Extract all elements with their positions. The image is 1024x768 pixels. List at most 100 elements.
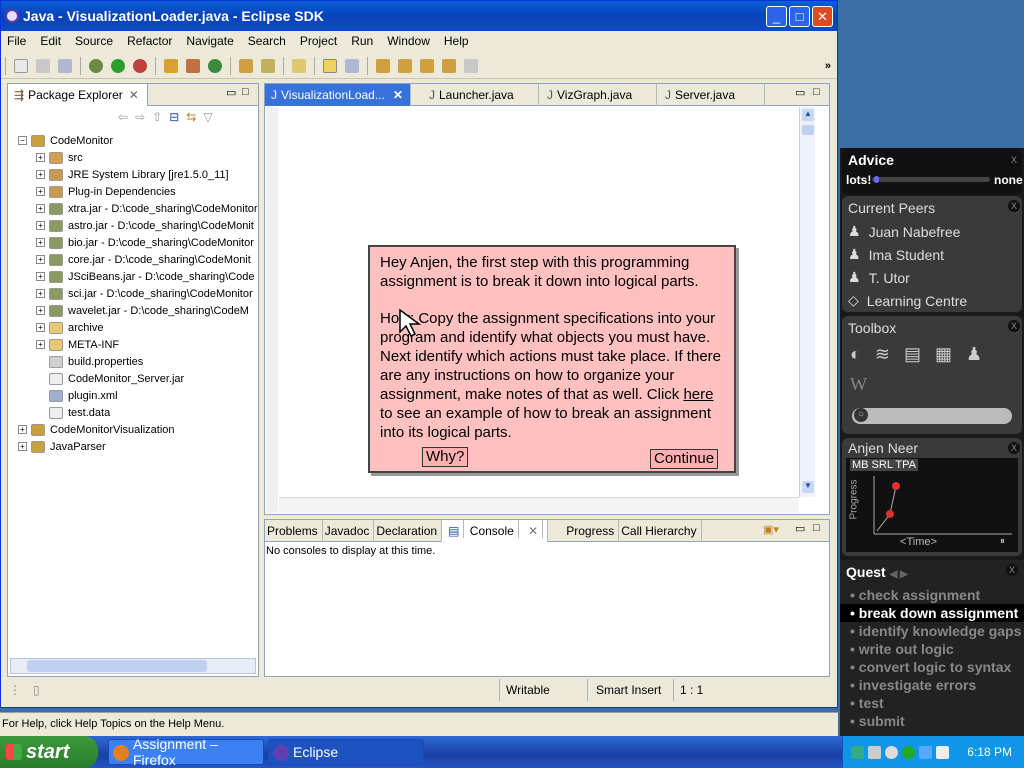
- view-menu-icon[interactable]: ▽: [203, 110, 212, 128]
- tree-item[interactable]: + JSciBeans.jar - D:\code_sharing\Code: [36, 268, 254, 285]
- close-panel-icon[interactable]: X: [1008, 154, 1020, 166]
- menu-navigate[interactable]: Navigate: [180, 34, 241, 48]
- expand-icon[interactable]: +: [36, 221, 45, 230]
- book-icon[interactable]: ≋: [875, 344, 890, 365]
- quest-step[interactable]: • submit: [840, 712, 1024, 730]
- tab-progress[interactable]: Progress: [564, 520, 620, 542]
- scroll-up-icon[interactable]: ▲: [802, 109, 814, 121]
- open-type-icon[interactable]: [239, 58, 253, 73]
- maximize-view-icon[interactable]: □: [813, 522, 820, 534]
- quest-step[interactable]: • break down assignment: [840, 604, 1024, 622]
- next-time-icon[interactable]: >: [930, 536, 936, 548]
- close-button[interactable]: ✕: [812, 6, 833, 27]
- bibliography-icon[interactable]: ▤: [904, 344, 921, 365]
- vertical-scrollbar[interactable]: ▲ ▼: [799, 107, 815, 497]
- peer-item[interactable]: ◇ Learning Centre: [842, 289, 1022, 312]
- close-tab-icon[interactable]: ✕: [526, 520, 544, 538]
- expand-icon[interactable]: +: [36, 272, 45, 281]
- menu-file[interactable]: File: [1, 34, 34, 48]
- save-icon[interactable]: [36, 58, 50, 73]
- tree-item[interactable]: − CodeMonitor: [18, 132, 113, 149]
- tree-item[interactable]: + src: [36, 149, 83, 166]
- people-icon[interactable]: ♟: [966, 344, 982, 365]
- title-bar[interactable]: Java - VisualizationLoader.java - Eclips…: [1, 1, 837, 31]
- forward-arrow-icon[interactable]: [464, 58, 478, 73]
- maximize-button[interactable]: □: [789, 6, 810, 27]
- search-icon[interactable]: [261, 58, 275, 73]
- new-icon[interactable]: [14, 58, 28, 73]
- editor-horizontal-scrollbar[interactable]: [279, 497, 799, 513]
- pause-icon[interactable]: ⏸: [1000, 536, 1005, 547]
- last-edit-icon[interactable]: [420, 58, 434, 73]
- scrollbar-thumb[interactable]: [27, 660, 207, 672]
- progress-time-nav[interactable]: <Time>: [900, 536, 937, 548]
- show-whitespace-icon[interactable]: [345, 58, 359, 73]
- close-panel-icon[interactable]: X: [1008, 320, 1020, 332]
- expand-icon[interactable]: +: [36, 170, 45, 179]
- expand-icon[interactable]: +: [18, 425, 27, 434]
- tree-item[interactable]: + META-INF: [36, 336, 119, 353]
- open-console-icon[interactable]: ▣▾: [763, 523, 779, 536]
- debug-icon[interactable]: [89, 58, 103, 73]
- previous-annotation-icon[interactable]: [398, 58, 412, 73]
- close-panel-icon[interactable]: X: [1006, 564, 1018, 576]
- tray-app-icon[interactable]: [919, 745, 932, 759]
- menu-search[interactable]: Search: [242, 34, 294, 48]
- back-arrow-icon[interactable]: [442, 58, 456, 73]
- next-annotation-icon[interactable]: [376, 58, 390, 73]
- quest-step[interactable]: • investigate errors: [840, 676, 1024, 694]
- expand-icon[interactable]: +: [36, 204, 45, 213]
- expand-icon[interactable]: +: [36, 255, 45, 264]
- tree-item[interactable]: CodeMonitor_Server.jar: [36, 370, 184, 387]
- tree-item[interactable]: + core.jar - D:\code_sharing\CodeMonit: [36, 251, 251, 268]
- quest-step[interactable]: • check assignment: [840, 586, 1024, 604]
- why-button[interactable]: Why?: [422, 447, 469, 467]
- quest-nav-arrows-icon[interactable]: ◀ ▶: [890, 569, 908, 580]
- tree-item[interactable]: test.data: [36, 404, 110, 421]
- close-tab-icon[interactable]: ✕: [129, 88, 139, 102]
- peer-item[interactable]: ♟ Juan Nabefree: [842, 220, 1022, 243]
- close-panel-icon[interactable]: X: [1008, 442, 1020, 454]
- menu-run[interactable]: Run: [345, 34, 381, 48]
- quest-step[interactable]: • convert logic to syntax: [840, 658, 1024, 676]
- new-class-icon[interactable]: [208, 58, 222, 73]
- forward-icon[interactable]: ⇨: [135, 110, 145, 128]
- tree-item[interactable]: + xtra.jar - D:\code_sharing\CodeMonitor: [36, 200, 258, 217]
- fast-view-icon[interactable]: ▯: [33, 683, 40, 697]
- toolbar-overflow-icon[interactable]: »: [825, 60, 837, 72]
- minimize-editor-icon[interactable]: ▭: [795, 86, 805, 99]
- tree-item[interactable]: plugin.xml: [36, 387, 118, 404]
- network-icon[interactable]: [868, 745, 881, 759]
- expand-icon[interactable]: +: [18, 442, 27, 451]
- tree-item[interactable]: + archive: [36, 319, 103, 336]
- example-link[interactable]: here: [683, 386, 713, 403]
- editor-tab-launcher[interactable]: J Launcher.java: [423, 84, 539, 106]
- tab-declaration[interactable]: Declaration: [374, 520, 443, 542]
- collapse-all-icon[interactable]: ⊟: [169, 110, 179, 128]
- editor-tab-vizgraph[interactable]: J VizGraph.java: [541, 84, 657, 106]
- tab-call-hierarchy[interactable]: Call Hierarchy: [619, 520, 702, 542]
- horizontal-scrollbar[interactable]: [10, 658, 256, 674]
- expand-icon[interactable]: +: [36, 289, 45, 298]
- new-package-icon[interactable]: [186, 58, 200, 73]
- progress-tabs[interactable]: MB SRL TPA: [850, 459, 918, 471]
- wikipedia-icon[interactable]: W: [850, 374, 867, 395]
- quest-step[interactable]: • identify knowledge gaps: [840, 622, 1024, 640]
- start-button[interactable]: start: [0, 736, 98, 768]
- taskbar-eclipse[interactable]: Eclipse: [268, 739, 424, 765]
- tray-app-icon[interactable]: [851, 745, 864, 759]
- tree-item[interactable]: + sci.jar - D:\code_sharing\CodeMonitor: [36, 285, 253, 302]
- continue-button[interactable]: Continue: [650, 449, 719, 469]
- display-icon[interactable]: [936, 745, 949, 759]
- print-icon[interactable]: [58, 58, 72, 73]
- taskbar-firefox[interactable]: Assignment – Firefox: [108, 736, 264, 768]
- expand-icon[interactable]: +: [36, 323, 45, 332]
- tab-problems[interactable]: Problems: [265, 520, 323, 542]
- mark-occurrences-icon[interactable]: [323, 58, 337, 73]
- link-with-editor-icon[interactable]: ⇆: [186, 110, 196, 128]
- minimize-view-icon[interactable]: ▭: [226, 86, 236, 99]
- quest-step[interactable]: • write out logic: [840, 640, 1024, 658]
- up-icon[interactable]: ⇧: [152, 110, 162, 128]
- tree-item[interactable]: + Plug-in Dependencies: [36, 183, 176, 200]
- expand-icon[interactable]: +: [36, 153, 45, 162]
